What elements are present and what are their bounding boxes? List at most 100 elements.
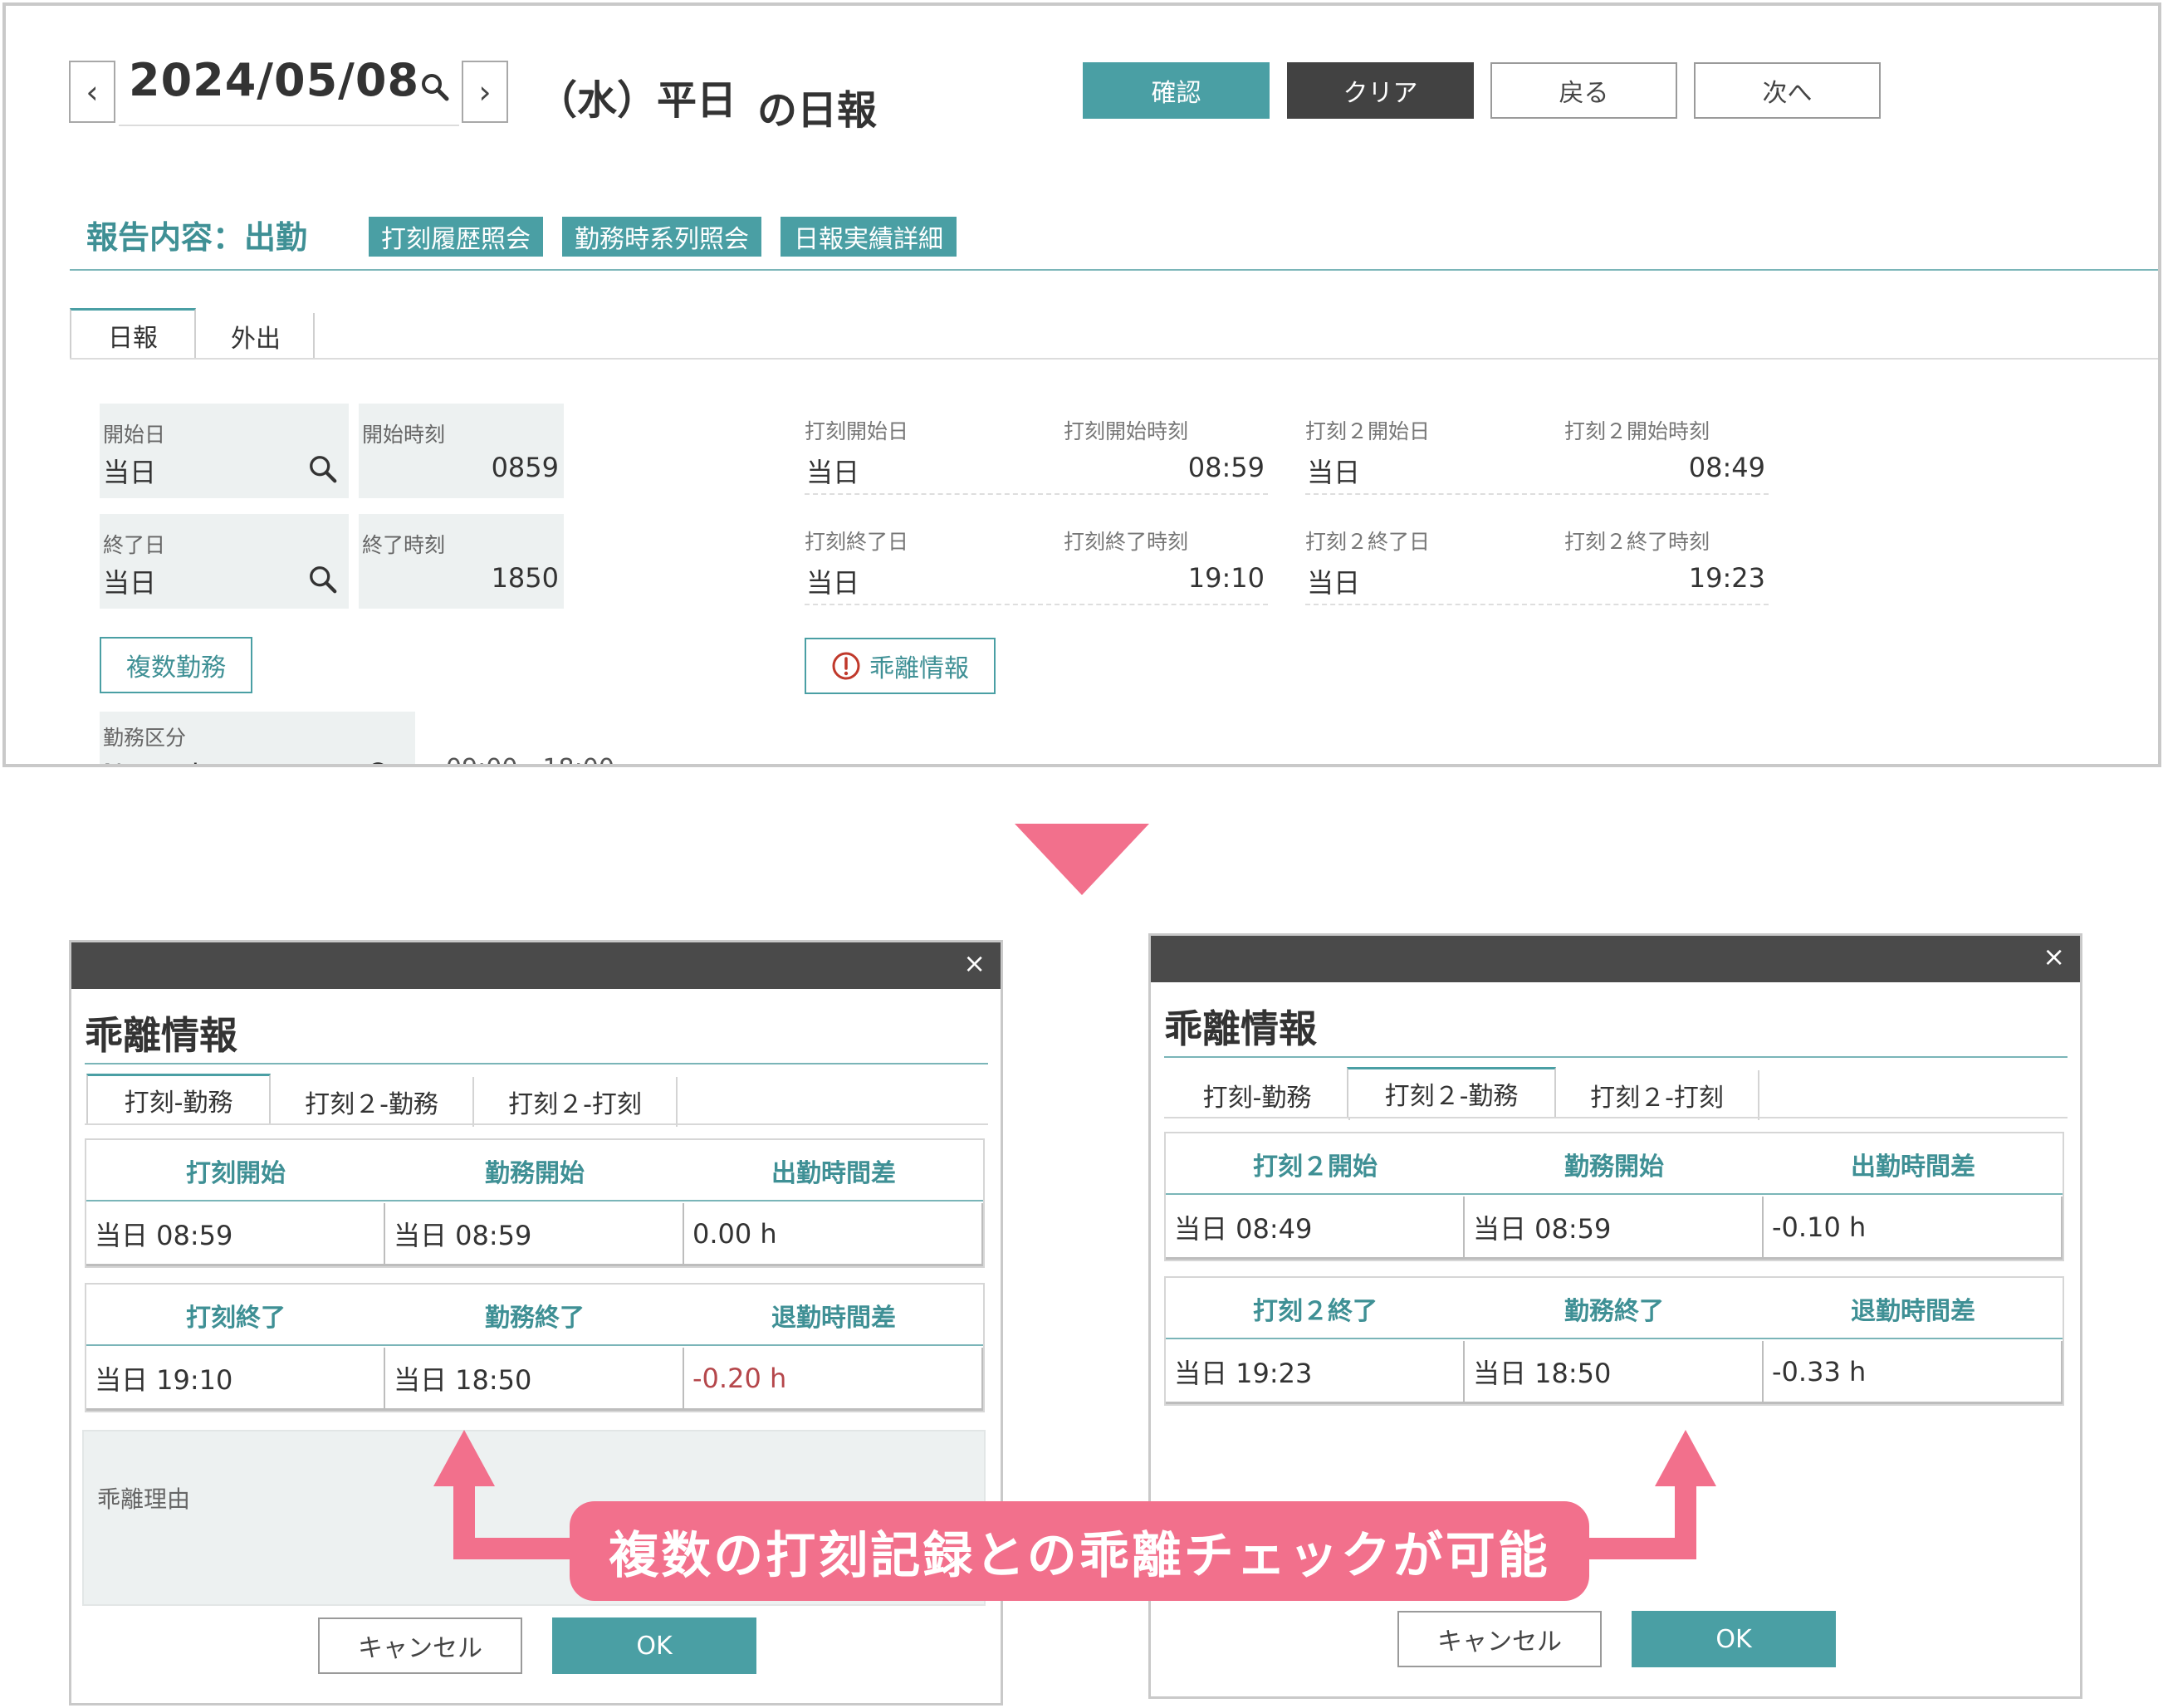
header-stamp2-start: 打刻２開始 [1253,1153,1378,1182]
header-stamp2-end: 打刻２終了 [1253,1297,1378,1326]
alert-circle-icon [832,652,860,680]
cell-stamp-end: 当日 19:10 [86,1348,385,1411]
header-stamp-start: 打刻開始 [186,1159,286,1188]
header-work-start: 勤務開始 [485,1159,585,1188]
tab-stamp2-stamp[interactable]: 打刻２-打刻 [1556,1070,1759,1120]
start-time-value: 0859 [491,452,559,483]
cancel-button[interactable]: キャンセル [1397,1611,1602,1667]
cell-end-diff: -0.33 h [1764,1341,2063,1404]
search-icon[interactable] [307,564,339,595]
work-type-field[interactable]: 勤務区分 Normal [100,712,415,767]
stamp2-start-date-label: 打刻２開始日 [1305,419,1431,443]
stamp2-end-group: 打刻２終了日 当日 打刻２終了時刻 19:23 [1305,514,1769,605]
page-title-suffix: の日報 [757,87,878,134]
cell-end-diff: -0.20 h [684,1348,983,1411]
search-icon[interactable] [365,760,397,767]
divergence-reason-label: 乖離理由 [97,1485,191,1513]
start-date-value: 当日 [103,457,157,488]
tab-stamp2-stamp[interactable]: 打刻２-打刻 [474,1077,678,1127]
stamp-history-button[interactable]: 打刻履歴照会 [369,217,543,257]
divergence-info-label: 乖離情報 [869,654,969,683]
cancel-button[interactable]: キャンセル [318,1617,522,1674]
stamp2-end-date-label: 打刻２終了日 [1305,530,1431,554]
confirm-button[interactable]: 確認 [1083,62,1270,119]
divergence-info-button[interactable]: 乖離情報 [805,638,996,694]
clear-button[interactable]: クリア [1287,62,1474,119]
table-header: 打刻２開始 勤務開始 出勤時間差 [1166,1133,2063,1195]
stamp-end-time-value: 19:10 [1187,562,1265,594]
tab-out[interactable]: 外出 [198,313,315,360]
search-icon[interactable] [418,71,452,104]
stamp-start-date-value: 当日 [806,457,860,488]
dialog-titlebar: × [1151,936,2080,982]
stamp2-start-date-value: 当日 [1307,457,1361,488]
prev-date-button[interactable]: ‹ [69,61,115,123]
stamp-start-time-value: 08:59 [1187,452,1265,483]
stamp-start-group: 打刻開始日 当日 打刻開始時刻 08:59 [805,404,1268,495]
table-header: 打刻開始 勤務開始 出勤時間差 [86,1140,983,1201]
tab-stamp-work[interactable]: 打刻-勤務 [86,1074,271,1123]
header-start-diff: 出勤時間差 [771,1159,896,1188]
dialog-title: 乖離情報 [85,1013,237,1058]
title-divider [85,1063,988,1064]
start-time-field[interactable]: 開始時刻 0859 [359,404,564,498]
stamp2-end-time-label: 打刻２終了時刻 [1564,530,1710,554]
title-divider [1164,1056,2068,1058]
ok-button[interactable]: OK [552,1617,756,1674]
table-header: 打刻２終了 勤務終了 退勤時間差 [1166,1278,2063,1339]
ok-button[interactable]: OK [1632,1611,1836,1667]
cell-work-start: 当日 08:59 [1465,1197,1764,1260]
table-header: 打刻終了 勤務終了 退勤時間差 [86,1285,983,1346]
stamp-start-date-label: 打刻開始日 [805,419,909,443]
end-date-value: 当日 [103,567,157,599]
start-date-field[interactable]: 開始日 当日 [100,404,349,498]
work-type-label: 勤務区分 [103,726,187,750]
down-arrow-icon [1015,824,1149,895]
cell-stamp2-start: 当日 08:49 [1166,1197,1465,1260]
cell-stamp-start: 当日 08:59 [86,1203,385,1266]
next-date-button[interactable]: › [462,61,508,123]
table-row: 当日 19:10 当日 18:50 -0.20 h [86,1348,983,1411]
daily-detail-button[interactable]: 日報実績詳細 [781,217,957,257]
tab-stamp2-work[interactable]: 打刻２-勤務 [271,1077,474,1127]
end-date-label: 終了日 [103,533,166,557]
tab-divider [70,358,2158,360]
stamp2-end-time-value: 19:23 [1688,562,1765,594]
close-icon[interactable]: × [963,947,986,979]
header-work-end: 勤務終了 [1564,1297,1664,1326]
end-time-field[interactable]: 終了時刻 1850 [359,514,564,609]
end-date-field[interactable]: 終了日 当日 [100,514,349,609]
start-compare-table: 打刻開始 勤務開始 出勤時間差 当日 08:59 当日 08:59 0.00 h [85,1138,985,1268]
start-compare-table: 打刻２開始 勤務開始 出勤時間差 当日 08:49 当日 08:59 -0.10… [1164,1132,2064,1261]
stamp2-start-group: 打刻２開始日 当日 打刻２開始時刻 08:49 [1305,404,1769,495]
header-stamp-end: 打刻終了 [186,1304,286,1333]
stamp-end-date-value: 当日 [806,567,860,599]
tab-daily[interactable]: 日報 [70,308,196,360]
tab-divider [85,1123,988,1125]
chevron-right-icon: › [478,73,492,110]
search-icon[interactable] [307,453,339,485]
next-button[interactable]: 次へ [1694,62,1881,119]
tab-stamp2-work[interactable]: 打刻２-勤務 [1347,1067,1556,1117]
stamp2-end-date-value: 当日 [1307,567,1361,599]
report-content-title: 報告内容：出勤 [86,219,308,256]
work-timeline-button[interactable]: 勤務時系列照会 [562,217,761,257]
multi-work-button[interactable]: 複数勤務 [100,637,252,693]
work-type-value: Normal [103,758,199,764]
header-work-start: 勤務開始 [1564,1153,1664,1182]
weekday-label: （水）平日 [537,77,737,124]
tab-stamp-work[interactable]: 打刻-勤務 [1166,1070,1350,1120]
daily-report-form-panel: ‹ 2024/05/08 › （水）平日 の日報 確認 クリア 戻る 次へ 報告… [2,2,2161,767]
stamp-end-time-label: 打刻終了時刻 [1064,530,1189,554]
close-icon[interactable]: × [2043,941,2065,972]
end-time-value: 1850 [491,562,559,594]
stamp-end-group: 打刻終了日 当日 打刻終了時刻 19:10 [805,514,1268,605]
back-button[interactable]: 戻る [1490,62,1677,119]
start-date-label: 開始日 [103,423,166,447]
date-value: 2024/05/08 [129,54,420,106]
table-row: 当日 19:23 当日 18:50 -0.33 h [1166,1341,2063,1404]
stamp2-start-time-label: 打刻２開始時刻 [1564,419,1710,443]
header-end-diff: 退勤時間差 [771,1304,896,1333]
header-work-end: 勤務終了 [485,1304,585,1333]
table-row: 当日 08:49 当日 08:59 -0.10 h [1166,1197,2063,1260]
